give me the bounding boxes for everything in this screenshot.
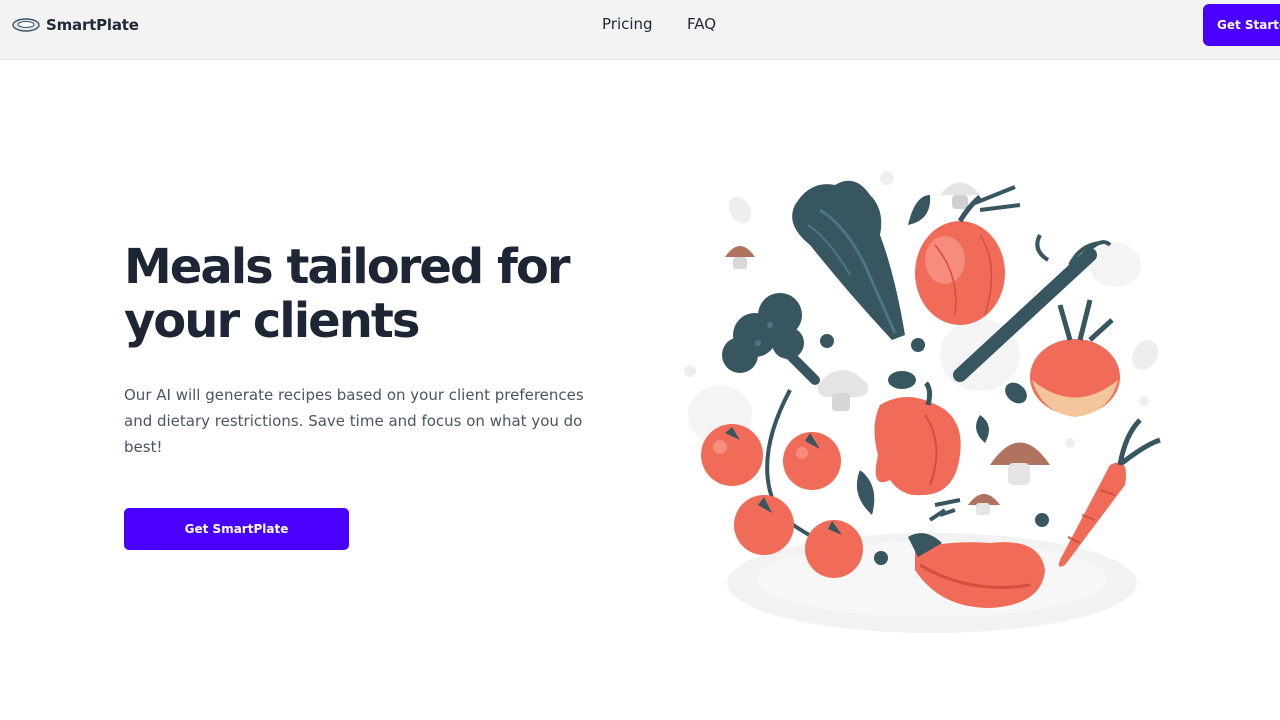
nav-link-pricing[interactable]: Pricing bbox=[602, 15, 653, 33]
vegetables-illustration bbox=[670, 165, 1170, 650]
hero-title-line-1: Meals tailored for bbox=[124, 239, 570, 295]
vegetables-illustration-icon bbox=[684, 171, 1161, 633]
hero-title-line-2: your clients bbox=[124, 293, 420, 349]
top-navbar: SmartPlate Pricing FAQ Get Started bbox=[0, 0, 1280, 60]
hero-description: Our AI will generate recipes based on yo… bbox=[124, 386, 584, 456]
hero-title: Meals tailored for your clients bbox=[124, 240, 644, 348]
get-smartplate-button[interactable]: Get SmartPlate bbox=[124, 508, 349, 550]
plate-logo-icon bbox=[12, 18, 40, 32]
brand-name: SmartPlate bbox=[46, 16, 139, 34]
get-started-button[interactable]: Get Started bbox=[1203, 4, 1280, 46]
logo[interactable]: SmartPlate bbox=[12, 12, 139, 38]
nav-link-faq[interactable]: FAQ bbox=[687, 15, 716, 33]
